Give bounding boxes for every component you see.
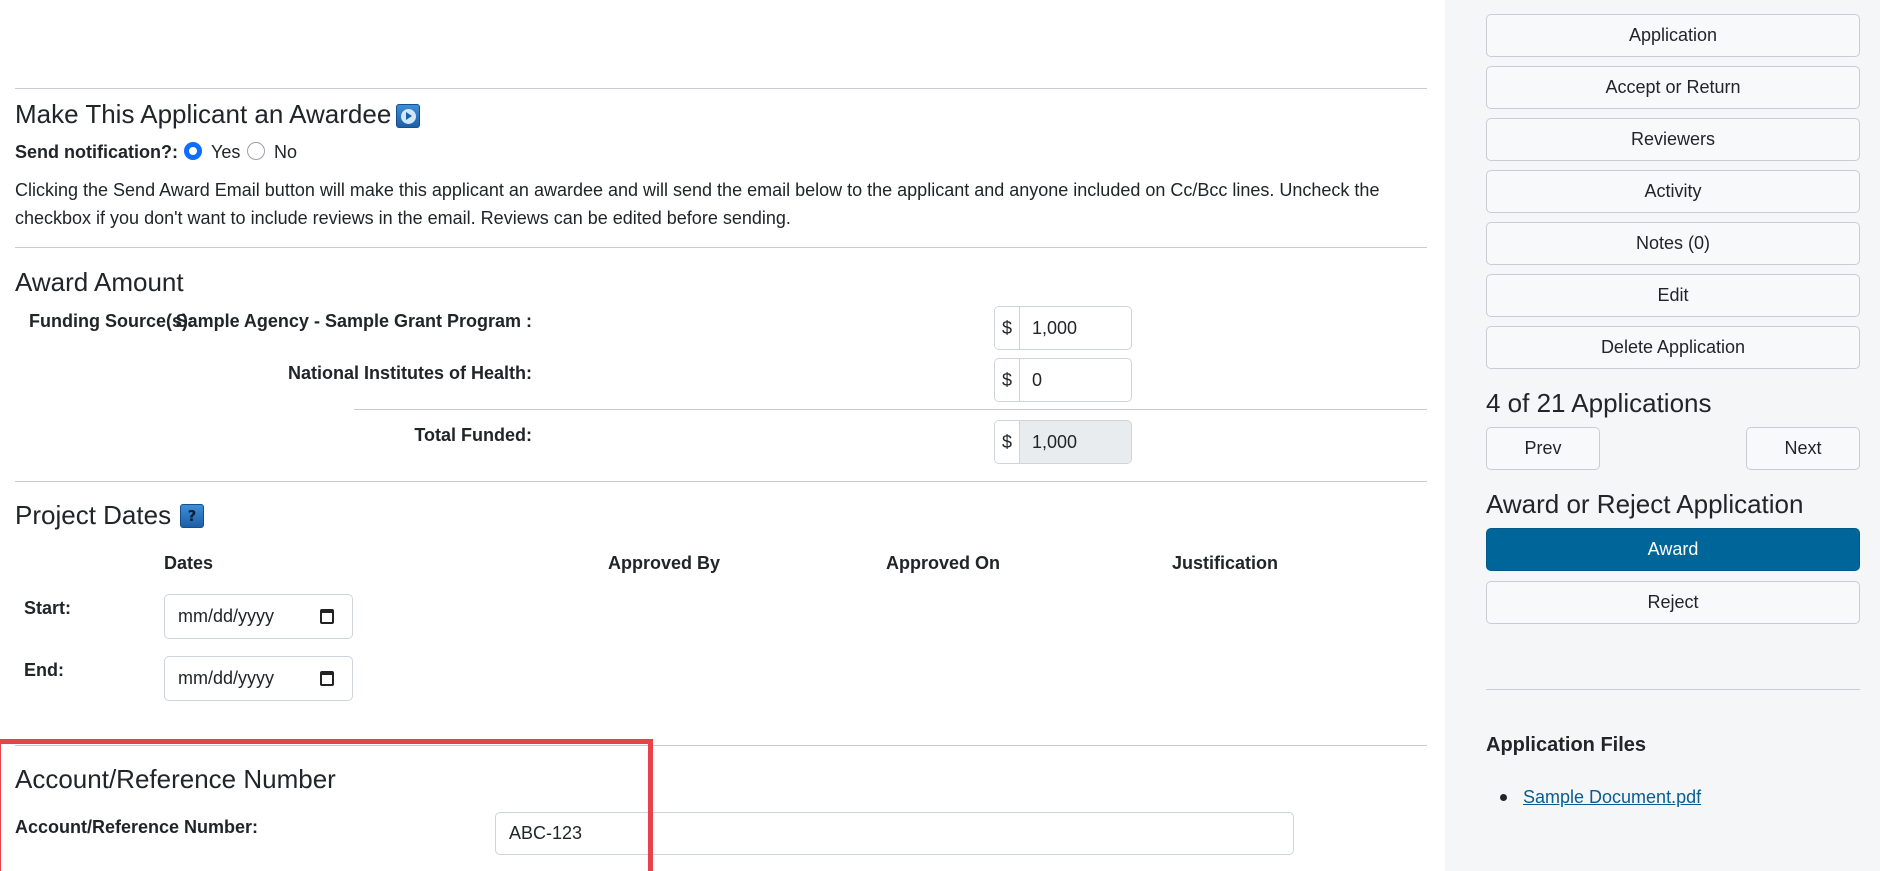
currency-symbol: $ [995, 307, 1020, 349]
divider [15, 481, 1427, 482]
calendar-icon[interactable] [320, 609, 334, 624]
bullet [1500, 794, 1507, 801]
currency-symbol: $ [995, 359, 1020, 401]
reject-button[interactable]: Reject [1486, 581, 1860, 624]
award-button[interactable]: Award [1486, 528, 1860, 571]
column-header-approved-on: Approved On [886, 553, 1001, 573]
radio-yes[interactable] [184, 142, 202, 160]
divider [15, 88, 1427, 89]
total-funded-field: $ 1,000 [994, 420, 1132, 464]
application-files-heading: Application Files [1486, 734, 1647, 756]
project-dates-title: Project Dates [15, 500, 172, 530]
divider [15, 247, 1427, 248]
funding-sources-label: Funding Source(s): [29, 311, 194, 331]
accept-or-return-button[interactable]: Accept or Return [1486, 66, 1860, 109]
funding-source-label: Sample Agency - Sample Grant Program : [175, 311, 532, 331]
award-description: Clicking the Send Award Email button wil… [15, 180, 1380, 228]
application-counter: 4 of 21 Applications [1486, 388, 1712, 418]
send-notification-label: Send notification?: [15, 142, 178, 162]
edit-button[interactable]: Edit [1486, 274, 1860, 317]
total-funded-label: Total Funded: [414, 425, 532, 445]
funding-amount-value: 1,000 [1032, 317, 1078, 338]
next-button[interactable]: Next [1746, 427, 1860, 470]
radio-no[interactable] [247, 142, 265, 160]
radio-yes-label: Yes [211, 142, 241, 162]
funding-amount-value: 0 [1032, 369, 1043, 390]
start-date-label: Start: [24, 598, 72, 618]
end-date-placeholder: mm/dd/yyyy [178, 668, 275, 688]
column-header-justification: Justification [1172, 553, 1279, 573]
total-funded-value: 1,000 [1020, 421, 1131, 463]
help-icon[interactable]: ? [180, 504, 204, 528]
activity-button[interactable]: Activity [1486, 170, 1860, 213]
video-help-icon[interactable] [396, 104, 420, 128]
file-list-item: Sample Document.pdf [1500, 787, 1701, 808]
end-date-label: End: [24, 660, 64, 680]
divider [1486, 689, 1860, 690]
column-header-dates: Dates [164, 553, 214, 573]
funding-amount-input[interactable]: $ 1,000 [994, 306, 1132, 350]
delete-application-button[interactable]: Delete Application [1486, 326, 1860, 369]
radio-no-label: No [274, 142, 298, 162]
currency-symbol: $ [995, 421, 1020, 463]
start-date-placeholder: mm/dd/yyyy [178, 606, 275, 626]
file-link[interactable]: Sample Document.pdf [1523, 787, 1701, 808]
end-date-input[interactable]: mm/dd/yyyy [164, 656, 353, 701]
highlight-box [0, 739, 653, 871]
prev-button[interactable]: Prev [1486, 427, 1600, 470]
start-date-input[interactable]: mm/dd/yyyy [164, 594, 353, 639]
main-content: Make This Applicant an Awardee Send noti… [0, 0, 1445, 871]
calendar-icon[interactable] [320, 671, 334, 686]
award-amount-title: Award Amount [15, 267, 184, 297]
notes-button[interactable]: Notes (0) [1486, 222, 1860, 265]
application-button[interactable]: Application [1486, 14, 1860, 57]
divider [354, 409, 1427, 410]
funding-source-label: National Institutes of Health: [287, 363, 532, 383]
reviewers-button[interactable]: Reviewers [1486, 118, 1860, 161]
funding-amount-input[interactable]: $ 0 [994, 358, 1132, 402]
column-header-approved-by: Approved By [608, 553, 721, 573]
award-section-title: Make This Applicant an Awardee [15, 99, 392, 129]
award-or-reject-heading: Award or Reject Application [1486, 489, 1804, 519]
